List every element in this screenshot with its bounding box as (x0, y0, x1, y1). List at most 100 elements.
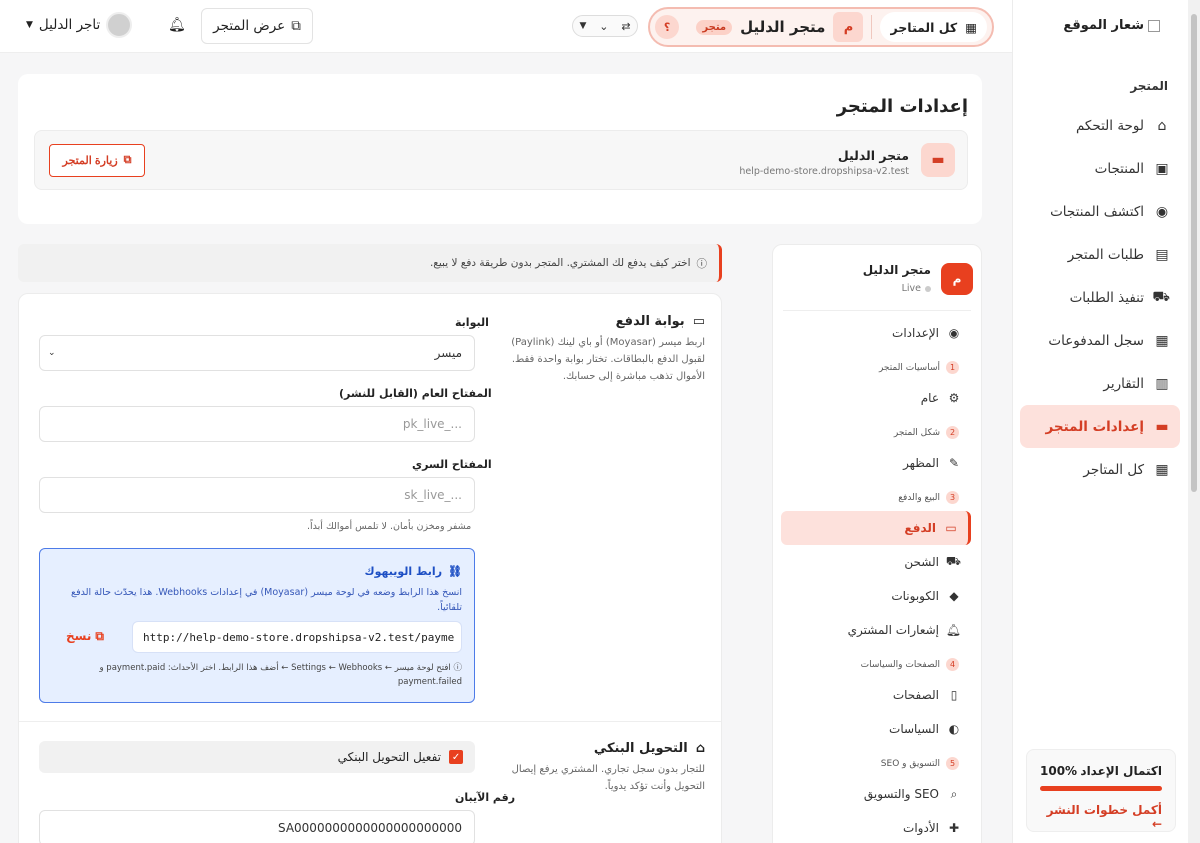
settings-section-look: 2 شكل المتجر (771, 419, 981, 446)
notifications-bell-icon[interactable]: 🔔︎ (168, 17, 186, 33)
sidebar-item-payments[interactable]: ▦ سجل المدفوعات (1012, 319, 1188, 362)
payment-form-card: ▭ بوابة الدفع اربط ميسر (Moyasar) أو باي … (18, 293, 722, 843)
external-link-icon: ⧉ (123, 154, 132, 166)
caret-down-icon: ▼ (26, 20, 33, 30)
webhook-description: انسخ هذا الرابط وضعه في لوحة ميسر (Moyas… (71, 587, 462, 614)
store-avatar: م (833, 12, 864, 42)
sidebar-group-title: المتجر (1130, 79, 1168, 93)
compass-icon: ◉ (1155, 203, 1169, 220)
gateway-label: البوابة (455, 316, 489, 329)
gateway-select[interactable]: ميسر ⌄ (39, 335, 475, 371)
bank-transfer-toggle[interactable]: ✓ تفعيل التحويل البنكي (39, 741, 475, 773)
section-divider (19, 721, 721, 722)
site-logo[interactable]: شعار الموقع (1063, 18, 1160, 33)
credit-card-icon: ▭ (692, 314, 705, 329)
settings-nav: ◉ الإعدادات 1 أساسيات المتجر ⚙ عام 2 شكل الم… (771, 316, 981, 843)
settings-item-tools[interactable]: ✚ الأدوات (771, 811, 981, 843)
settings-nav-panel: م متجر الدليل Live ◉ الإعدادات 1 أساسيات ا… (772, 244, 982, 843)
receipt-icon: ▤ (1155, 246, 1169, 263)
sidebar-item-store-settings[interactable]: ▬ إعدادات المتجر (1020, 405, 1180, 448)
help-button[interactable]: ؟ (655, 15, 679, 39)
setup-progress-bar (1040, 786, 1162, 791)
scrollbar-thumb[interactable] (1191, 14, 1197, 492)
copy-button[interactable]: ⧉ نسخ (66, 629, 104, 644)
home-icon: ⌂ (1157, 117, 1167, 134)
chevron-down-icon: ⌄ (48, 348, 56, 358)
setup-progress-card: اكتمال الإعداد 100% أكمل خطوات النشر ← (1026, 749, 1176, 832)
gateway-description: اربط ميسر (Moyasar) أو باي لينك (Paylink… (511, 337, 705, 382)
sidebar-item-discover[interactable]: ◉ اكتشف المنتجات (1012, 190, 1188, 233)
swap-icon: ⇄ (621, 19, 631, 33)
chart-icon: ▥ (1155, 375, 1169, 392)
settings-item-pages[interactable]: ▯ الصفحات (771, 678, 981, 712)
top-bar: ▦ كل المتاجر م متجر الدليل متجر ؟ ⇄ ⌄ ▼ ⧉ عر… (0, 0, 1012, 53)
switch-store-dropdown[interactable]: ⇄ ⌄ ▼ (572, 15, 638, 37)
secret-key-input[interactable]: sk_live_... (39, 477, 475, 513)
chevron-down-icon: ⌄ (599, 19, 609, 33)
sidebar-item-dashboard[interactable]: ⌂ لوحة التحكم (1012, 104, 1188, 147)
settings-item-seo[interactable]: ⌕ SEO والتسويق (771, 777, 981, 811)
public-key-input[interactable]: pk_live_... (39, 406, 475, 442)
settings-item-policies[interactable]: ◐ السياسات (771, 712, 981, 746)
box-icon: ▣ (1155, 160, 1169, 177)
gateway-section-title: ▭ بوابة الدفع (615, 314, 705, 329)
check-icon[interactable]: ✓ (449, 750, 463, 764)
setup-label: اكتمال الإعداد (1080, 764, 1162, 778)
store-banner: ▬ متجر الدليل help-demo-store.dropshipsa… (34, 130, 968, 190)
settings-section-pages: 4 الصفحات والسياسات (771, 651, 981, 678)
iban-input[interactable]: SA0000000000000000000000 (39, 810, 475, 843)
puzzle-icon: ✚ (948, 821, 960, 835)
store-icon: ▬ (921, 143, 955, 177)
sidebar-item-all-stores[interactable]: ▦ كل المتاجر (1012, 448, 1188, 491)
webhook-url-field[interactable]: http://help-demo-store.dropshipsa-v2.tes… (132, 621, 462, 653)
sidebar-nav: ⌂ لوحة التحكم ▣ المنتجات ◉ اكتشف المنتجات ▤… (1012, 104, 1188, 491)
info-icon: ⓘ (450, 663, 462, 673)
complete-steps-link[interactable]: أكمل خطوات النشر ← (1040, 803, 1162, 831)
search-icon: ⌕ (950, 786, 958, 801)
bell-icon: 🔔︎ (945, 623, 961, 637)
sidebar-item-orders[interactable]: ▤ طلبات المتجر (1012, 233, 1188, 276)
sidebar-item-reports[interactable]: ▥ التقارير (1012, 362, 1188, 405)
public-key-label: المفتاح العام (القابل للنشر) (339, 387, 492, 400)
store-switcher-pill: ▦ كل المتاجر م متجر الدليل متجر ؟ (648, 7, 994, 47)
brush-icon: ✎ (948, 456, 960, 470)
sidebar-item-fulfillment[interactable]: ⛟ تنفيذ الطلبات (1012, 276, 1188, 319)
page-title: إعدادات المتجر (836, 96, 968, 117)
main-content: إعدادات المتجر ▬ متجر الدليل help-demo-s… (18, 74, 982, 843)
settings-section-sales: 3 البيع والدفع (771, 484, 981, 511)
truck-icon: ⛟ (945, 554, 961, 568)
settings-item-shipping[interactable]: ⛟ الشحن (771, 545, 981, 579)
page-header-card: إعدادات المتجر ▬ متجر الدليل help-demo-s… (18, 74, 982, 224)
money-icon: ▦ (1155, 332, 1169, 349)
pill-divider (871, 15, 873, 39)
bank-description: للتجار بدون سجل تجاري. المشتري يرفع إيصا… (511, 764, 705, 792)
compass-icon: ◉ (948, 326, 960, 340)
visit-store-button[interactable]: ⧉ زيارة المتجر (49, 144, 145, 177)
view-store-button[interactable]: ⧉ عرض المتجر (201, 8, 313, 44)
settings-item-notifications[interactable]: 🔔︎ إشعارات المشتري (771, 613, 981, 647)
settings-item-general[interactable]: ⚙ عام (771, 381, 981, 415)
settings-section-marketing: 5 التسويق و SEO (771, 750, 981, 777)
settings-section-basics: 1 أساسيات المتجر (771, 354, 981, 381)
webhook-box: ⛓ رابط الويبهوك انسخ هذا الرابط وضعه في ل… (39, 548, 475, 703)
secret-key-hint: مشفر ومخزن بأمان. لا تلمس أموالك أبداً. (307, 521, 472, 532)
settings-item-coupons[interactable]: ◆ الكوبونات (771, 579, 981, 613)
settings-item-settings[interactable]: ◉ الإعدادات (771, 316, 981, 350)
page-scrollbar[interactable] (1188, 0, 1200, 843)
truck-icon: ⛟ (1152, 288, 1170, 305)
webhook-title: ⛓ رابط الويبهوك (364, 565, 462, 578)
status-badge: Live (863, 283, 931, 294)
settings-item-appearance[interactable]: ✎ المظهر (771, 446, 981, 480)
link-icon: ⛓ (448, 565, 462, 578)
shield-icon: ◐ (948, 722, 960, 736)
all-stores-button[interactable]: ▦ كل المتاجر (880, 12, 987, 42)
tag-icon: ◆ (949, 589, 959, 603)
user-menu[interactable]: تاجر الدليل ▼ (26, 12, 133, 38)
current-store-name: متجر الدليل (740, 18, 826, 36)
grid-icon: ▦ (1155, 461, 1169, 478)
iban-label: رقم الآيبان (455, 791, 516, 804)
info-icon: ⓘ (696, 257, 708, 270)
bank-section-title: ⌂ التحويل البنكي (593, 741, 705, 756)
settings-item-payment[interactable]: ▭ الدفع (781, 511, 971, 545)
sidebar-item-products[interactable]: ▣ المنتجات (1012, 147, 1188, 190)
